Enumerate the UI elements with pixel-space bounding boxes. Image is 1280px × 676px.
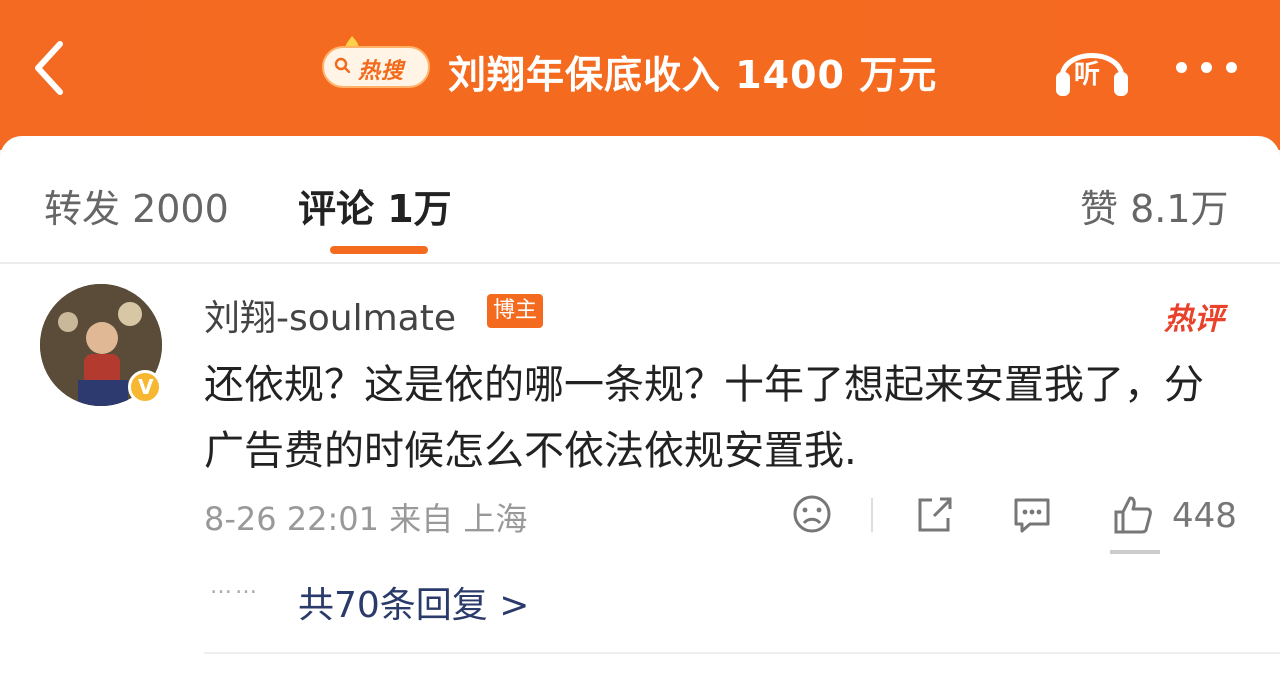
search-icon — [334, 57, 350, 73]
hot-search-badge[interactable]: 热搜 — [322, 46, 430, 88]
dislike-icon — [793, 495, 831, 533]
verified-icon: V — [128, 370, 162, 404]
back-button[interactable] — [30, 38, 70, 98]
divider — [0, 262, 1280, 264]
tab-bar: 转发 2000 评论 1万 赞 8.1万 — [0, 136, 1280, 264]
like-button[interactable] — [1110, 492, 1154, 536]
listen-button[interactable]: 听 — [1052, 34, 1132, 100]
dislike-button[interactable] — [790, 492, 834, 536]
back-icon — [35, 41, 63, 95]
tab-likes[interactable]: 赞 8.1万 — [1080, 178, 1229, 233]
action-separator — [871, 498, 873, 532]
bottom-divider — [204, 652, 1280, 654]
replies-dots: …… — [210, 574, 260, 599]
share-icon — [918, 497, 952, 532]
like-icon — [1114, 496, 1152, 534]
active-tab-indicator — [330, 246, 428, 254]
comment-icon — [1014, 498, 1050, 533]
page-title: 刘翔年保底收入 1400 万元 — [448, 53, 938, 97]
tab-comments[interactable]: 评论 1万 — [298, 178, 452, 233]
comment-username[interactable]: 刘翔-soulmate — [204, 289, 456, 341]
more-icon — [1176, 62, 1187, 73]
hot-badge-label: 热搜 — [358, 59, 405, 84]
tab-reposts[interactable]: 转发 2000 — [44, 178, 229, 233]
author-badge: 博主 — [487, 294, 544, 328]
share-button[interactable] — [912, 492, 956, 536]
comment-button[interactable] — [1010, 492, 1054, 536]
listen-label: 听 — [1074, 60, 1101, 90]
view-replies-link[interactable]: 共70条回复 > — [298, 576, 529, 628]
more-button[interactable] — [1172, 56, 1242, 80]
comment-text: 还依规？这是依的哪一条规？十年了想起来安置我了，分广告费的时候怎么不依法依规安置… — [204, 362, 1204, 474]
comments-card: 转发 2000 评论 1万 赞 8.1万 V 刘翔-soulmate 博主 热评… — [0, 136, 1280, 676]
comment-meta: 8-26 22:01 来自 上海 — [204, 500, 528, 538]
like-underline — [1110, 550, 1160, 554]
header-bar: 热搜 刘翔年保底收入 1400 万元 听 — [0, 0, 1280, 150]
like-count: 448 — [1172, 496, 1237, 536]
hot-comment-badge: 热评 — [1164, 302, 1224, 337]
